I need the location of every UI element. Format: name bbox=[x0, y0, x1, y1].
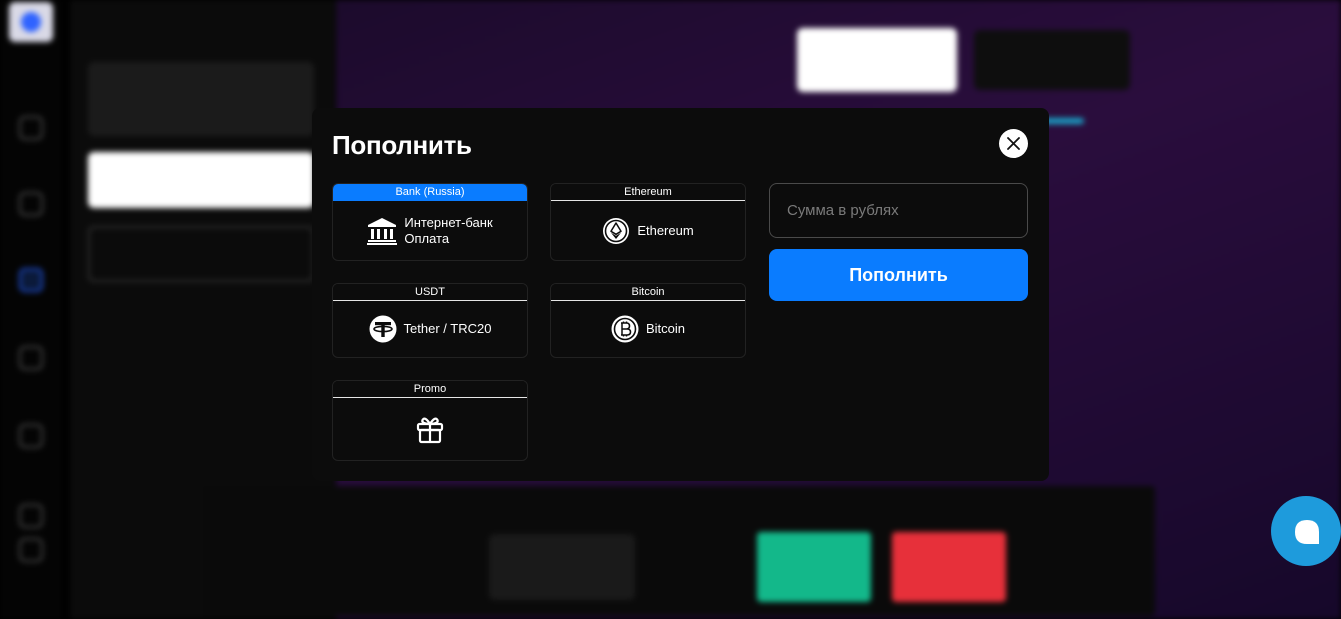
close-button[interactable] bbox=[999, 129, 1028, 158]
balance-box bbox=[88, 62, 314, 136]
app-logo bbox=[9, 2, 53, 42]
method-category: Promo bbox=[333, 381, 527, 398]
method-label: Tether / TRC20 bbox=[403, 321, 492, 336]
settings-icon bbox=[19, 504, 43, 528]
background-balance-chip bbox=[974, 30, 1130, 90]
deposit-modal: Пополнить Bank (Russia) Интернет-банк Оп… bbox=[312, 108, 1049, 481]
bitcoin-icon bbox=[611, 315, 639, 343]
amount-input[interactable] bbox=[769, 183, 1028, 238]
ethereum-icon bbox=[603, 217, 630, 244]
tether-icon bbox=[369, 315, 397, 343]
method-label-line2: Оплата bbox=[404, 230, 450, 246]
background-up-button bbox=[757, 532, 871, 602]
background-down-button bbox=[892, 532, 1006, 602]
user-icon bbox=[19, 192, 43, 216]
method-category: Bitcoin bbox=[551, 284, 745, 301]
method-usdt[interactable]: USDT Tether / TRC20 bbox=[332, 283, 528, 358]
sound-icon bbox=[19, 538, 43, 562]
method-category: USDT bbox=[333, 284, 527, 301]
modal-title: Пополнить bbox=[332, 130, 472, 160]
background-amount-chip bbox=[489, 534, 635, 600]
background-withdraw-button bbox=[88, 226, 314, 282]
wallet-icon bbox=[19, 268, 43, 292]
method-category: Ethereum bbox=[551, 184, 745, 201]
method-label-line1: Интернет-банк bbox=[404, 214, 493, 230]
method-promo[interactable]: Promo bbox=[332, 380, 528, 461]
chat-bubble-icon bbox=[1295, 520, 1319, 544]
deposit-submit-button[interactable]: Пополнить bbox=[769, 249, 1028, 301]
method-bitcoin[interactable]: Bitcoin Bitcoin bbox=[550, 283, 746, 358]
method-label: Bitcoin bbox=[645, 321, 686, 336]
method-bank-russia[interactable]: Bank (Russia) Интернет-банк Оплата bbox=[332, 183, 528, 261]
support-chat-button[interactable] bbox=[1271, 496, 1341, 566]
help-icon bbox=[19, 424, 43, 448]
background-deposit-button bbox=[88, 152, 314, 208]
background-top-deposit-button bbox=[797, 28, 957, 92]
bottom-control-panel bbox=[203, 486, 1155, 616]
method-label: Ethereum bbox=[637, 222, 694, 238]
history-icon bbox=[19, 346, 43, 370]
gift-icon bbox=[416, 417, 444, 444]
home-icon bbox=[19, 116, 43, 140]
bank-icon bbox=[367, 217, 398, 245]
close-icon bbox=[1007, 137, 1020, 150]
method-category: Bank (Russia) bbox=[333, 184, 527, 201]
method-ethereum[interactable]: Ethereum Ethereum bbox=[550, 183, 746, 261]
